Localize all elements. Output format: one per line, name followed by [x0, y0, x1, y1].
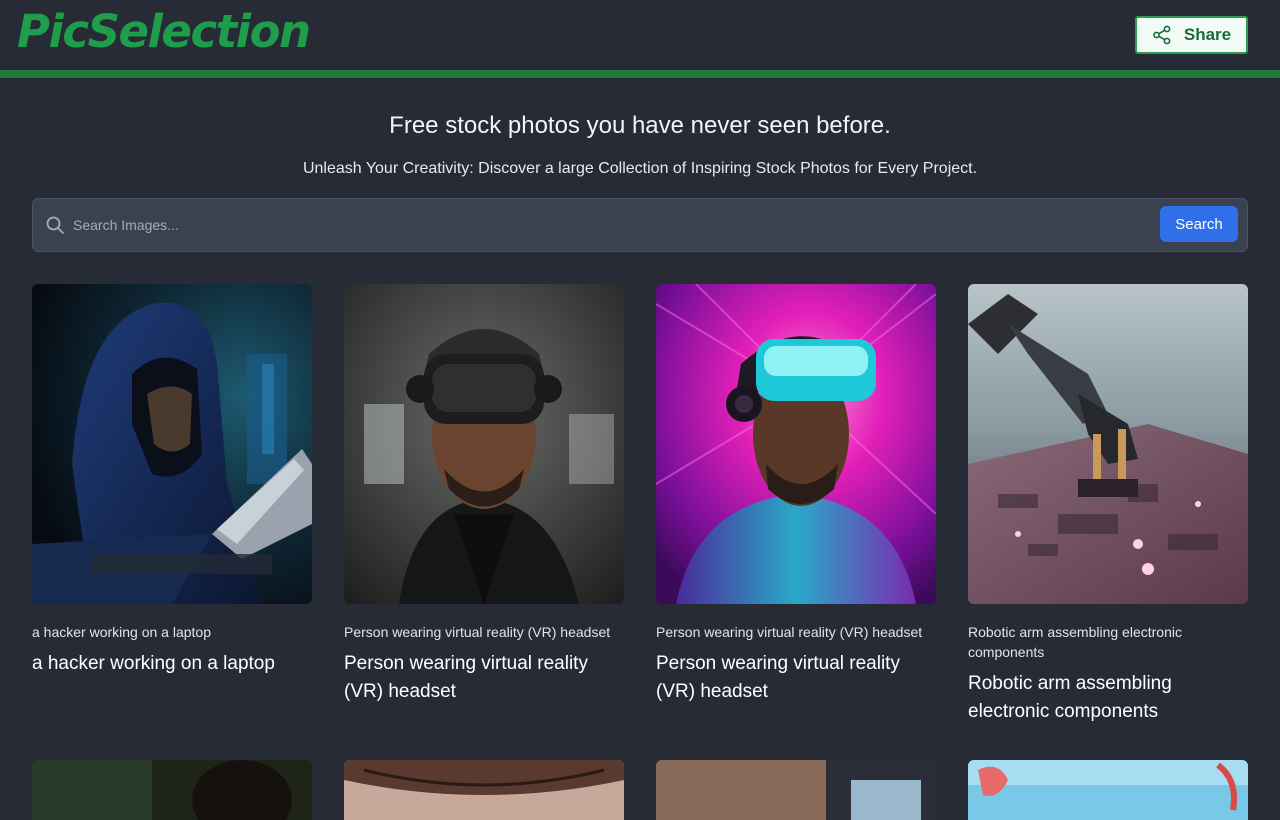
- image-card[interactable]: Person wearing virtual reality (VR) head…: [656, 284, 936, 706]
- search-icon: [46, 216, 64, 234]
- card-caption: Person wearing virtual reality (VR) head…: [344, 624, 611, 640]
- share-button[interactable]: Share: [1135, 16, 1248, 54]
- card-title[interactable]: Robotic arm assembling electronic compon…: [968, 670, 1248, 726]
- image-card[interactable]: [344, 760, 624, 820]
- card-caption: Person wearing virtual reality (VR) head…: [656, 624, 923, 640]
- vr-headset-neon-image[interactable]: [656, 284, 936, 604]
- top-bar: PicSelection Share: [0, 0, 1280, 78]
- hero-title: Free stock photos you have never seen be…: [389, 112, 891, 139]
- image-thumbnail[interactable]: [656, 760, 936, 820]
- hero-subtitle: Unleash Your Creativity: Discover a larg…: [302, 160, 978, 177]
- vr-headset-image[interactable]: [344, 284, 624, 604]
- share-icon: [1152, 25, 1171, 45]
- image-card[interactable]: Person wearing virtual reality (VR) head…: [344, 284, 624, 706]
- image-card[interactable]: a hacker working on a laptop a hacker wo…: [32, 284, 312, 678]
- search-button[interactable]: Search: [1160, 206, 1238, 242]
- card-title[interactable]: Person wearing virtual reality (VR) head…: [344, 650, 624, 706]
- card-caption: a hacker working on a laptop: [32, 624, 211, 640]
- share-label: Share: [1183, 25, 1232, 44]
- image-card[interactable]: [656, 760, 936, 820]
- robotic-arm-image[interactable]: [968, 284, 1248, 604]
- image-thumbnail[interactable]: [32, 760, 312, 820]
- site-logo[interactable]: PicSelection: [17, 6, 311, 58]
- search-bar: Search: [32, 198, 1248, 252]
- image-card[interactable]: [968, 760, 1248, 820]
- card-title[interactable]: a hacker working on a laptop: [32, 650, 312, 678]
- image-card[interactable]: [32, 760, 312, 820]
- image-thumbnail[interactable]: [968, 760, 1248, 820]
- search-input[interactable]: [73, 209, 1153, 241]
- card-title[interactable]: Person wearing virtual reality (VR) head…: [656, 650, 936, 706]
- card-caption: Robotic arm assembling electronic compon…: [968, 624, 1182, 660]
- hacker-laptop-image[interactable]: [32, 284, 312, 604]
- image-thumbnail[interactable]: [344, 760, 624, 820]
- image-card[interactable]: Robotic arm assembling electronic compon…: [968, 284, 1248, 726]
